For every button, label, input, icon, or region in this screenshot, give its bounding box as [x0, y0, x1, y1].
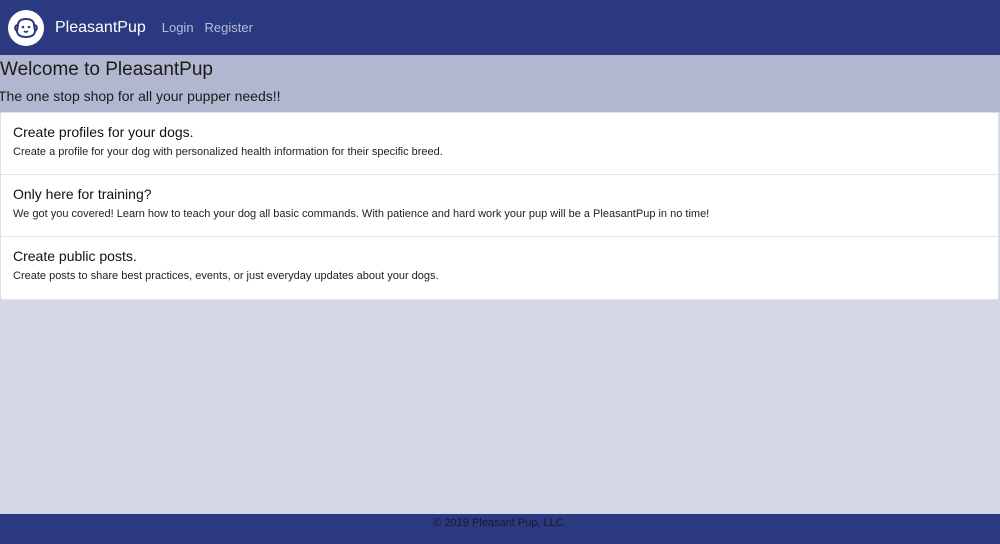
feature-list: Create profiles for your dogs. Create a …: [0, 112, 999, 300]
feature-title: Create profiles for your dogs.: [13, 124, 194, 140]
feature-item-training: Only here for training? We got you cover…: [1, 175, 998, 237]
page-subtitle: The one stop shop for all your pupper ne…: [0, 88, 281, 104]
feature-description: Create a profile for your dog with perso…: [13, 146, 443, 158]
login-link[interactable]: Login: [162, 20, 194, 35]
feature-title: Only here for training?: [13, 186, 152, 202]
top-navbar: PleasantPup Login Register: [0, 0, 1000, 55]
page-footer: © 2019 Pleasant Pup, LLC.: [0, 514, 1000, 544]
feature-item-profiles: Create profiles for your dogs. Create a …: [1, 113, 998, 175]
feature-item-posts: Create public posts. Create posts to sha…: [1, 237, 998, 299]
hero-banner: Welcome to PleasantPup The one stop shop…: [0, 55, 1000, 112]
dog-logo-icon[interactable]: [8, 9, 44, 46]
register-link[interactable]: Register: [205, 20, 253, 35]
page-title: Welcome to PleasantPup: [0, 59, 213, 80]
feature-description: Create posts to share best practices, ev…: [13, 270, 439, 282]
brand-link[interactable]: PleasantPup: [55, 19, 146, 37]
copyright-text: © 2019 Pleasant Pup, LLC.: [433, 517, 567, 529]
feature-description: We got you covered! Learn how to teach y…: [13, 208, 710, 220]
feature-title: Create public posts.: [13, 248, 137, 264]
